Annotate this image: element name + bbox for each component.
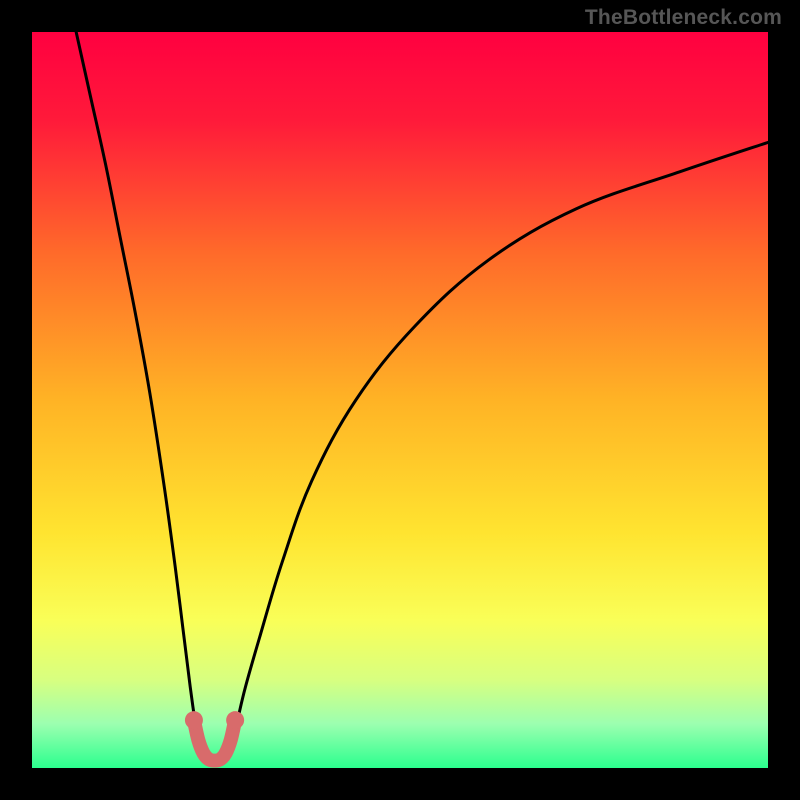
curve-left-arm (76, 32, 202, 757)
plot-area (32, 32, 768, 768)
valley-dots (185, 711, 244, 729)
curve-layer (32, 32, 768, 768)
chart-frame: TheBottleneck.com (0, 0, 800, 800)
valley-endpoint-dot (226, 711, 244, 729)
watermark-label: TheBottleneck.com (585, 6, 782, 30)
valley-endpoint-dot (185, 711, 203, 729)
curve-right-arm (227, 142, 768, 757)
